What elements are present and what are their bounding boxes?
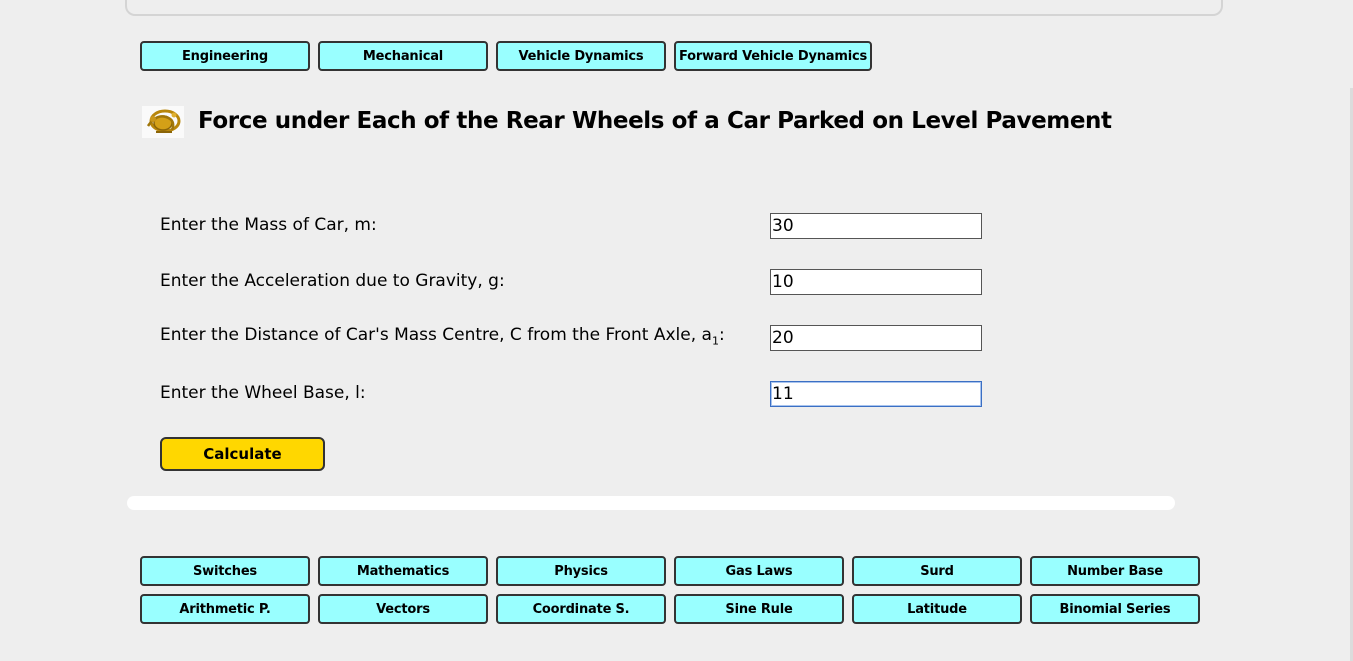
mass-centre-distance-input[interactable] [770,325,982,351]
footer-link-mathematics[interactable]: Mathematics [318,556,488,586]
section-divider [127,496,1175,510]
wheel-base-input[interactable] [770,381,982,407]
gravity-label: Enter the Acceleration due to Gravity, g… [160,271,505,291]
footer-link-switches[interactable]: Switches [140,556,310,586]
breadcrumb-mechanical[interactable]: Mechanical [318,41,488,71]
breadcrumb-engineering[interactable]: Engineering [140,41,310,71]
calculate-button[interactable]: Calculate [160,437,325,471]
footer-link-coordinate-system[interactable]: Coordinate S. [496,594,666,624]
footer-link-surd[interactable]: Surd [852,556,1022,586]
footer-link-physics[interactable]: Physics [496,556,666,586]
gravity-input[interactable] [770,269,982,295]
wheel-base-label: Enter the Wheel Base, l: [160,383,366,403]
mass-input[interactable] [770,213,982,239]
mass-label: Enter the Mass of Car, m: [160,215,377,235]
gold-emblem-icon [142,106,184,138]
footer-link-gas-laws[interactable]: Gas Laws [674,556,844,586]
footer-link-number-base[interactable]: Number Base [1030,556,1200,586]
mass-centre-distance-label: Enter the Distance of Car's Mass Centre,… [160,325,725,347]
breadcrumb-forward-vehicle-dynamics[interactable]: Forward Vehicle Dynamics [674,41,872,71]
footer-link-arithmetic-progression[interactable]: Arithmetic P. [140,594,310,624]
footer-link-binomial-series[interactable]: Binomial Series [1030,594,1200,624]
footer-link-latitude[interactable]: Latitude [852,594,1022,624]
mass-centre-distance-label-main: Enter the Distance of Car's Mass Centre,… [160,325,712,345]
mass-centre-distance-label-subscript: 1 [711,334,719,348]
mass-centre-distance-label-colon: : [718,325,725,345]
footer-link-vectors[interactable]: Vectors [318,594,488,624]
page-title: Force under Each of the Rear Wheels of a… [198,108,1112,134]
breadcrumb-vehicle-dynamics[interactable]: Vehicle Dynamics [496,41,666,71]
footer-link-sine-rule[interactable]: Sine Rule [674,594,844,624]
top-panel-edge [125,0,1223,16]
